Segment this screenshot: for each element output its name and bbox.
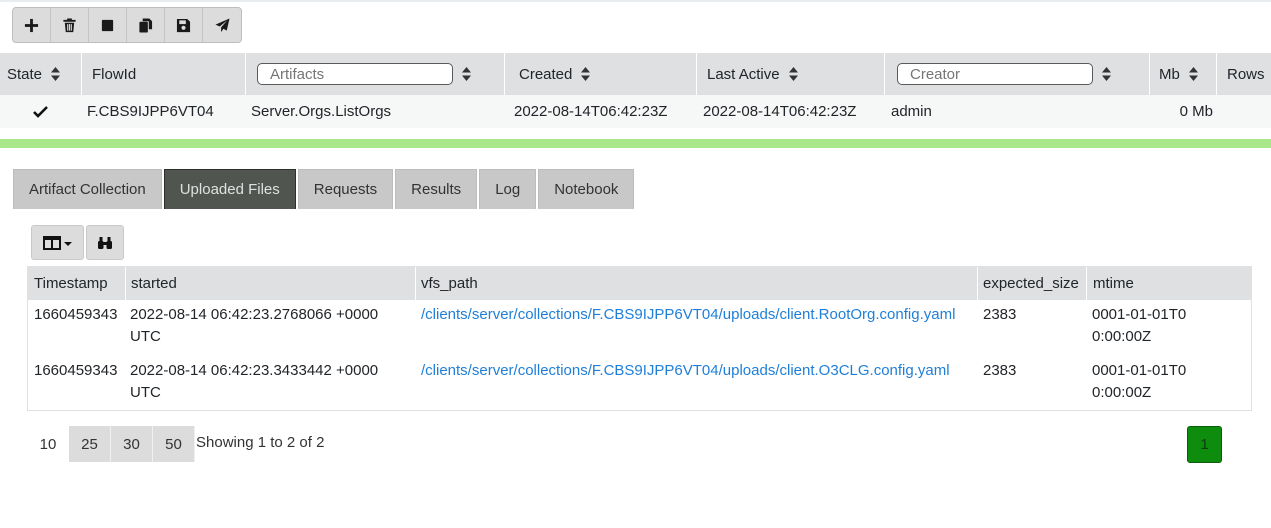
created-header-label: Created bbox=[519, 65, 573, 83]
last-active-cell: 2022-08-14T06:42:23Z bbox=[703, 103, 857, 120]
sort-icon[interactable] bbox=[581, 67, 591, 81]
table-row: 1660459343 2022-08-14 06:42:23.3433442 +… bbox=[28, 356, 1251, 410]
vfs-path-link[interactable]: /clients/server/collections/F.CBS9IJPP6V… bbox=[415, 360, 975, 382]
artifacts-cell: Server.Orgs.ListOrgs bbox=[251, 103, 392, 120]
page-size-25[interactable]: 25 bbox=[69, 426, 111, 462]
mtime-column-header[interactable]: mtime bbox=[1087, 267, 1251, 300]
new-collection-button[interactable] bbox=[13, 8, 51, 42]
stop-button[interactable] bbox=[89, 8, 127, 42]
mb-cell: 0 Mb bbox=[1179, 103, 1213, 120]
creator-column-header bbox=[888, 53, 1150, 95]
flowid-header-label: FlowId bbox=[92, 65, 137, 83]
copy-icon bbox=[139, 17, 153, 33]
flows-table: State FlowId Created Last Active Mb Rows bbox=[0, 53, 1271, 128]
tab-log[interactable]: Log bbox=[479, 169, 537, 209]
mb-column-header[interactable]: Mb bbox=[1152, 53, 1217, 95]
pane-splitter[interactable] bbox=[0, 139, 1271, 148]
last-active-column-header[interactable]: Last Active bbox=[700, 53, 885, 95]
save-icon bbox=[176, 18, 191, 32]
vfs-path-column-header[interactable]: vfs_path bbox=[415, 267, 978, 300]
created-column-header[interactable]: Created bbox=[512, 53, 697, 95]
pagination-status: Showing 1 to 2 of 2 bbox=[196, 434, 325, 451]
sort-icon[interactable] bbox=[788, 67, 798, 81]
flow-toolbar bbox=[12, 7, 242, 43]
artifacts-column-header bbox=[248, 53, 505, 95]
sort-icon[interactable] bbox=[1102, 67, 1111, 81]
state-header-label: State bbox=[7, 65, 43, 83]
flow-row[interactable]: F.CBS9IJPP6VT04 Server.Orgs.ListOrgs 202… bbox=[0, 95, 1271, 128]
table-toolbar bbox=[31, 225, 124, 260]
tab-artifact-collection[interactable]: Artifact Collection bbox=[13, 169, 162, 209]
columns-dropdown-icon bbox=[42, 235, 72, 250]
page-size-selector: 10 25 30 50 bbox=[27, 426, 195, 462]
tab-requests[interactable]: Requests bbox=[297, 169, 394, 209]
check-icon bbox=[33, 105, 48, 118]
sort-icon[interactable] bbox=[1188, 67, 1198, 81]
page-size-50[interactable]: 50 bbox=[153, 426, 195, 462]
rows-header-label: Rows bbox=[1227, 65, 1265, 83]
vfs-path-link[interactable]: /clients/server/collections/F.CBS9IJPP6V… bbox=[415, 304, 975, 326]
uploaded-files-header: Timestamp started vfs_path expected_size… bbox=[28, 267, 1251, 300]
creator-filter-input[interactable] bbox=[897, 63, 1093, 85]
uploaded-files-table: Timestamp started vfs_path expected_size… bbox=[27, 266, 1252, 411]
mtime-cell: 0001-01-01T00:00:00Z bbox=[1092, 362, 1187, 401]
started-cell: 2022-08-14 06:42:23.3433442 +0000 UTC bbox=[130, 362, 379, 401]
flows-table-header: State FlowId Created Last Active Mb Rows bbox=[0, 53, 1271, 95]
plus-icon bbox=[24, 18, 39, 32]
state-cell bbox=[33, 95, 48, 128]
created-cell: 2022-08-14T06:42:23Z bbox=[514, 103, 668, 120]
search-table-button[interactable] bbox=[86, 225, 124, 260]
expected-size-cell: 2383 bbox=[983, 306, 1017, 323]
state-column-header[interactable]: State bbox=[0, 53, 82, 95]
column-selector-button[interactable] bbox=[31, 225, 84, 260]
delete-button[interactable] bbox=[51, 8, 89, 42]
page-size-30[interactable]: 30 bbox=[111, 426, 153, 462]
page-size-10[interactable]: 10 bbox=[27, 426, 69, 462]
artifacts-filter-input[interactable] bbox=[257, 63, 453, 85]
tab-results[interactable]: Results bbox=[395, 169, 478, 209]
timestamp-cell: 1660459343 bbox=[34, 362, 118, 379]
mtime-cell: 0001-01-01T00:00:00Z bbox=[1092, 306, 1187, 345]
copy-button[interactable] bbox=[127, 8, 165, 42]
binoculars-icon bbox=[98, 236, 112, 249]
timestamp-column-header[interactable]: Timestamp bbox=[28, 267, 126, 300]
flow-detail-tabs: Artifact Collection Uploaded Files Reque… bbox=[13, 169, 636, 209]
table-row: 1660459343 2022-08-14 06:42:23.2768066 +… bbox=[28, 300, 1251, 356]
tab-uploaded-files[interactable]: Uploaded Files bbox=[163, 169, 296, 209]
flowid-cell[interactable]: F.CBS9IJPP6VT04 bbox=[87, 95, 214, 128]
top-divider bbox=[0, 0, 1271, 2]
started-column-header[interactable]: started bbox=[125, 267, 416, 300]
last-active-header-label: Last Active bbox=[707, 65, 780, 83]
creator-cell: admin bbox=[891, 103, 932, 120]
save-button[interactable] bbox=[165, 8, 203, 42]
page-button-current[interactable]: 1 bbox=[1187, 426, 1222, 463]
expected-size-column-header[interactable]: expected_size bbox=[977, 267, 1087, 300]
sort-icon[interactable] bbox=[51, 67, 61, 81]
mb-header-label: Mb bbox=[1159, 65, 1180, 83]
timestamp-cell: 1660459343 bbox=[34, 306, 118, 323]
tab-notebook[interactable]: Notebook bbox=[538, 169, 635, 209]
started-cell: 2022-08-14 06:42:23.2768066 +0000 UTC bbox=[130, 306, 379, 345]
trash-icon bbox=[63, 17, 76, 32]
rows-column-header[interactable]: Rows bbox=[1220, 53, 1271, 95]
send-icon bbox=[214, 17, 230, 32]
expected-size-cell: 2383 bbox=[983, 362, 1017, 379]
stop-icon bbox=[101, 19, 114, 31]
send-button[interactable] bbox=[203, 8, 241, 42]
flowid-column-header[interactable]: FlowId bbox=[85, 53, 246, 95]
sort-icon[interactable] bbox=[462, 67, 471, 81]
